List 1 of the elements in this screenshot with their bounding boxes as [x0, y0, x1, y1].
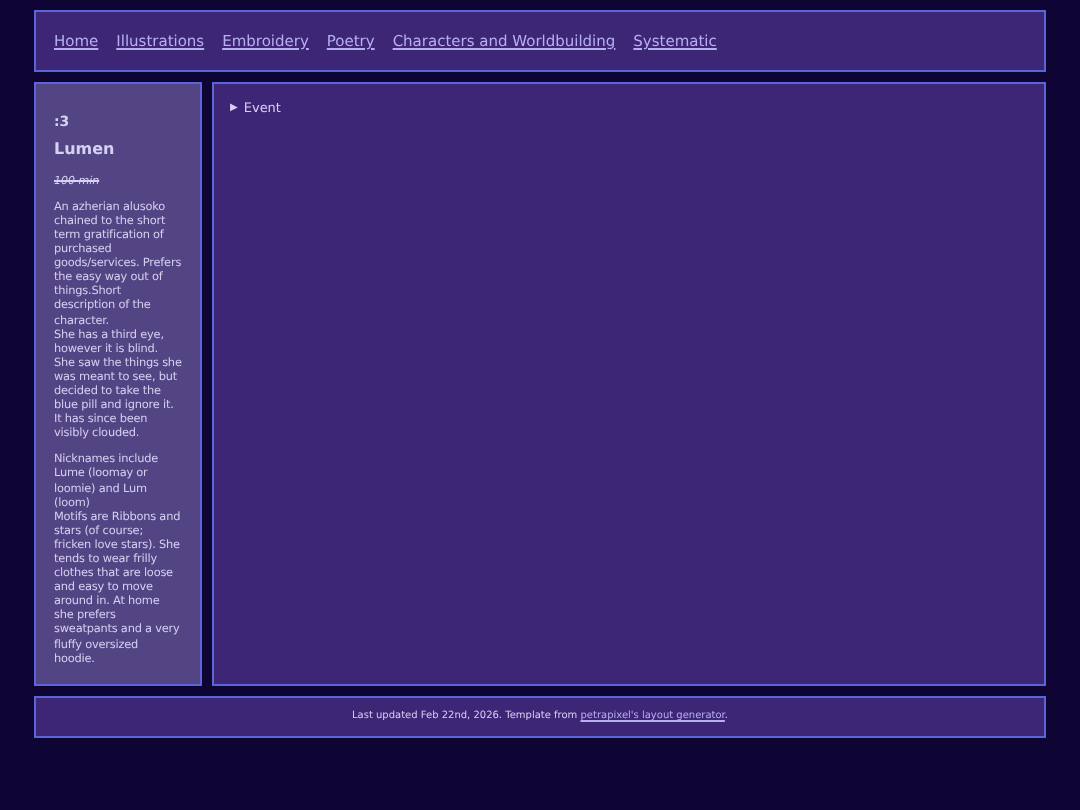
character-name: Lumen	[54, 137, 117, 161]
